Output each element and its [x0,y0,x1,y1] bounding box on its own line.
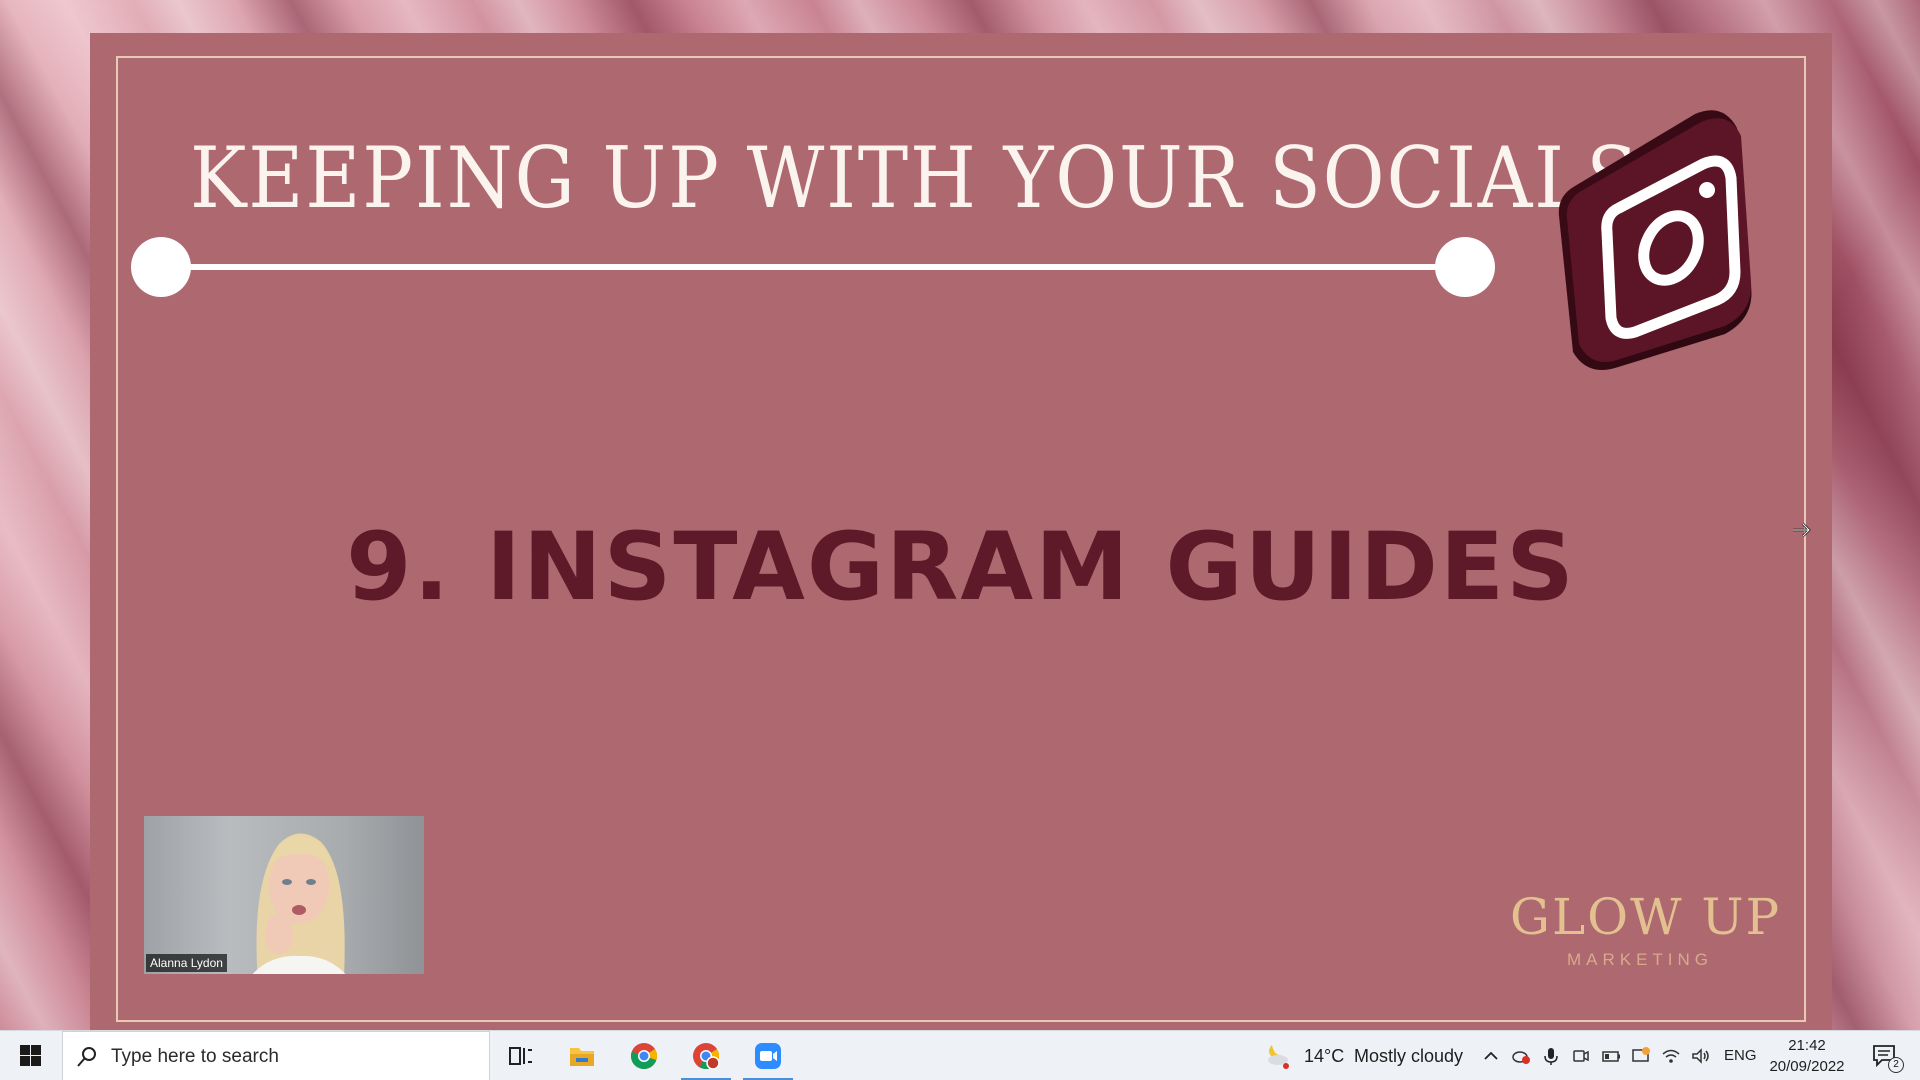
instagram-icon [1558,110,1752,371]
participant-avatar [252,833,346,974]
file-explorer-button[interactable] [553,1031,611,1080]
notification-center-button[interactable]: 2 [1868,1041,1908,1073]
section-heading: 9. INSTAGRAM GUIDES [346,513,1576,622]
search-icon [77,1047,96,1067]
chrome-profile-button[interactable] [677,1031,735,1080]
wifi-icon[interactable] [1661,1046,1681,1066]
file-explorer-icon [570,1048,594,1066]
chrome-button[interactable] [615,1031,673,1080]
task-view-icon [509,1047,532,1065]
language-indicator[interactable]: ENG [1724,1047,1757,1064]
brand-subtitle: MARKETING [1566,950,1714,969]
brand-logo: GLOW UP MARKETING [1510,888,1782,970]
chevron-up-icon[interactable] [1481,1046,1501,1066]
taskbar: Type here to search 14°C Mostly cloudy E… [0,1030,1920,1080]
task-view-button[interactable] [491,1031,549,1080]
microphone-icon[interactable] [1541,1046,1561,1066]
meet-now-icon[interactable] [1571,1046,1591,1066]
chrome-profile-icon [693,1043,720,1070]
system-clock[interactable]: 21:42 20/09/2022 [1762,1035,1852,1077]
search-placeholder: Type here to search [111,1046,279,1067]
participant-video[interactable]: Alanna Lydon [144,816,424,974]
display-sync-icon[interactable] [1631,1046,1651,1066]
slide-title: KEEPING UP WITH YOUR SOCIALS [190,129,1640,227]
zoom-button[interactable] [739,1031,797,1080]
cloud-error-icon[interactable] [1511,1046,1531,1066]
brand-name: GLOW UP [1510,888,1782,946]
cursor-arrow-icon [1793,523,1811,537]
weather-description: Mostly cloudy [1354,1046,1464,1066]
battery-icon[interactable] [1601,1046,1621,1066]
title-divider [131,237,1495,299]
chrome-icon [630,1043,657,1070]
participant-name: Alanna Lydon [146,954,227,972]
weather-temperature: 14°C [1304,1046,1345,1066]
windows-start-icon[interactable] [10,1043,50,1069]
divider-line [161,264,1465,270]
clock-date: 20/09/2022 [1769,1058,1845,1075]
divider-dot-right [1435,237,1495,297]
weather-moon-cloud-icon [1268,1045,1289,1069]
taskbar-search[interactable]: Type here to search [62,1031,490,1080]
divider-dot-left [131,237,191,297]
zoom-icon [755,1043,781,1069]
notification-count: 2 [1888,1057,1904,1073]
volume-icon[interactable] [1691,1046,1711,1066]
clock-time: 21:42 [1788,1037,1826,1054]
